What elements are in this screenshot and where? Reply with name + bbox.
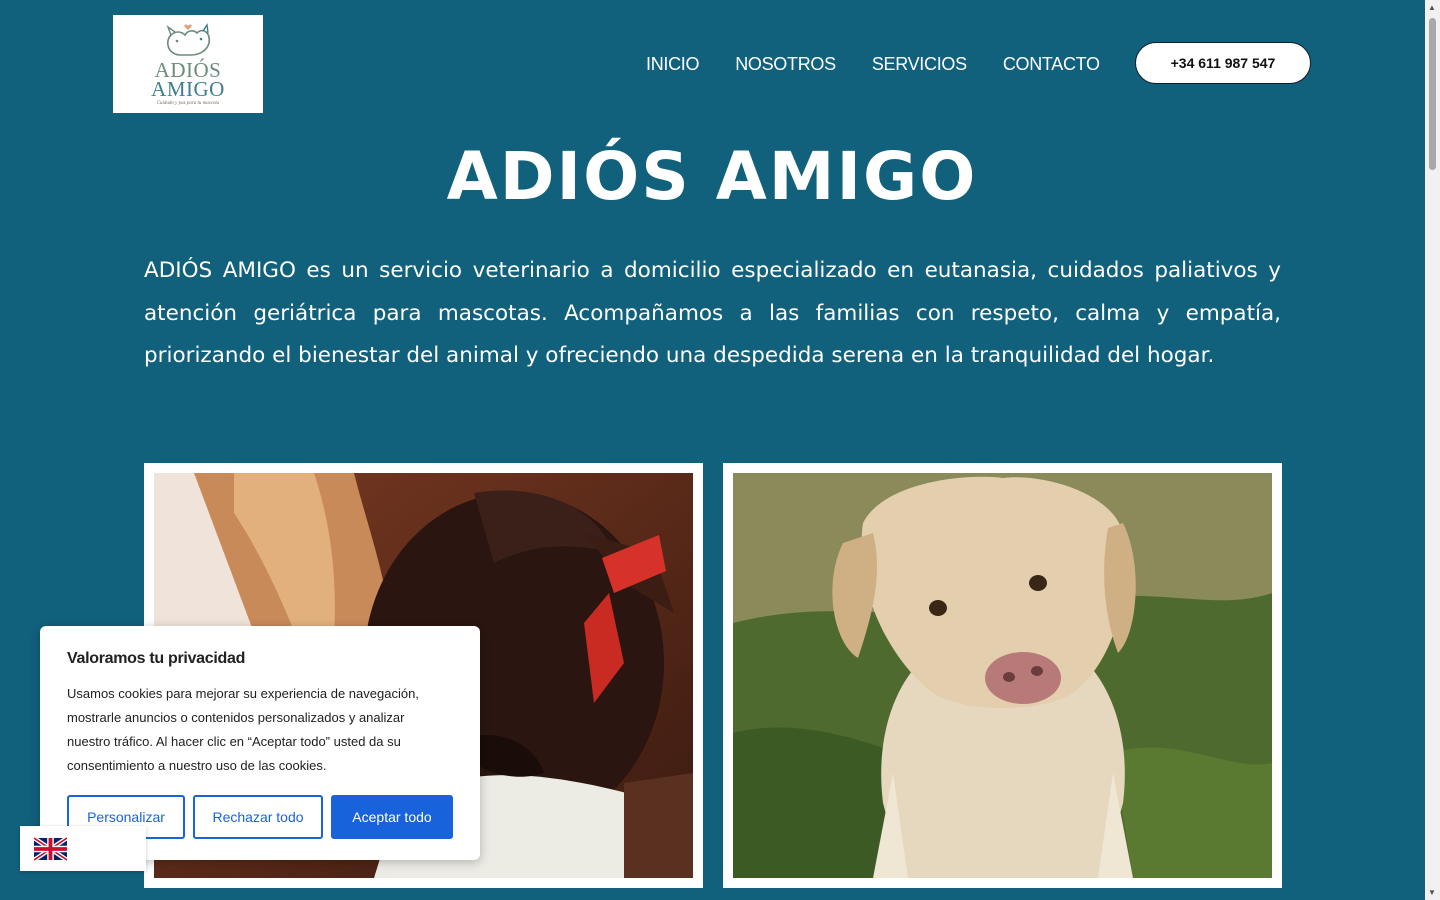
language-switcher[interactable]: [20, 826, 146, 871]
cookie-text: Usamos cookies para mejorar su experienc…: [67, 686, 419, 773]
cookie-consent-dialog: Valoramos tu privacidad Usamos cookies p…: [40, 626, 480, 860]
dog-cat-logo-icon: [166, 22, 211, 56]
page-scrollbar[interactable]: ▲ ▼: [1425, 0, 1440, 900]
logo-text-line2: AMIGO: [151, 76, 225, 101]
page-title: ADIÓS AMIGO: [446, 138, 978, 215]
scrollbar-thumb[interactable]: [1429, 18, 1436, 170]
uk-flag-icon: [34, 837, 67, 861]
labrador-photo: [733, 473, 1272, 878]
phone-button[interactable]: +34 611 987 547: [1135, 42, 1311, 84]
scroll-down-arrow-icon[interactable]: ▼: [1428, 888, 1436, 897]
scroll-up-arrow-icon[interactable]: ▲: [1428, 3, 1436, 12]
accept-all-button[interactable]: Aceptar todo: [331, 795, 453, 839]
main-nav: INICIO NOSOTROS SERVICIOS CONTACTO: [646, 53, 1136, 75]
photo-frame-2: [723, 463, 1282, 888]
cookie-title: Valoramos tu privacidad: [67, 650, 246, 667]
site-logo[interactable]: ADIÓS AMIGO Cuidado y paz para tu mascot…: [113, 15, 263, 113]
intro-paragraph: ADIÓS AMIGO es un servicio veterinario a…: [144, 258, 1281, 369]
nav-servicios[interactable]: SERVICIOS: [872, 53, 967, 75]
nav-nosotros[interactable]: NOSOTROS: [735, 53, 836, 75]
logo-tagline: Cuidado y paz para tu mascota: [156, 100, 220, 106]
nav-contacto[interactable]: CONTACTO: [1003, 53, 1100, 75]
reject-all-button[interactable]: Rechazar todo: [193, 795, 323, 839]
nav-inicio[interactable]: INICIO: [646, 53, 700, 75]
